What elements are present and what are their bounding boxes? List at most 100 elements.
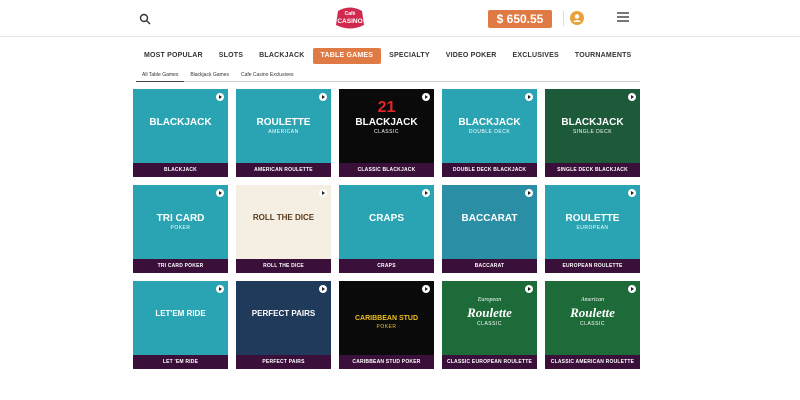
game-art-title: BACCARAT	[461, 213, 518, 224]
game-title: TRI CARD POKER	[133, 259, 228, 273]
game-tile[interactable]: BLACKJACK SINGLE DECK SINGLE DECK BLACKJAC…	[545, 89, 640, 177]
category-tabs: MOST POPULAR SLOTS BLACKJACK TABLE GAMES SPE…	[136, 48, 639, 64]
game-artwork: BACCARAT	[442, 185, 537, 259]
game-art-subtitle: POKER	[376, 324, 397, 330]
game-art-title: ROLL THE DICE	[252, 213, 315, 222]
game-art-title: CARIBBEAN STUD	[355, 315, 418, 322]
tab-blackjack[interactable]: BLACKJACK	[251, 48, 312, 64]
game-artwork: CARIBBEAN STUD POKER	[339, 281, 434, 355]
game-tile[interactable]: American Roulette CLASSIC CLASSIC AMERICAN …	[545, 281, 640, 369]
play-icon[interactable]	[319, 285, 327, 293]
game-art-subtitle: EUROPEAN	[576, 225, 609, 231]
play-icon[interactable]	[525, 189, 533, 197]
game-tile[interactable]: PERFECT PAIRS PERFECT PAIRS	[236, 281, 331, 369]
play-icon[interactable]	[216, 189, 224, 197]
cafe-casino-logo[interactable]: Café CASINO	[334, 5, 366, 31]
top-header: Café CASINO $ 650.55	[0, 0, 800, 37]
game-artwork: TRI CARD POKER	[133, 185, 228, 259]
play-icon[interactable]	[628, 285, 636, 293]
game-title: CLASSIC EUROPEAN ROULETTE	[442, 355, 537, 369]
game-art-title: BLACKJACK	[355, 117, 418, 128]
play-icon[interactable]	[525, 93, 533, 101]
hamburger-menu-icon[interactable]	[617, 12, 629, 22]
game-title: ROLL THE DICE	[236, 259, 331, 273]
game-artwork: ROULETTE AMERICAN	[236, 89, 331, 163]
tab-specialty[interactable]: SPECIALTY	[381, 48, 438, 64]
game-artwork: BLACKJACK	[133, 89, 228, 163]
game-tile[interactable]: ROULETTE EUROPEAN EUROPEAN ROULETTE	[545, 185, 640, 273]
game-artwork: BLACKJACK SINGLE DECK	[545, 89, 640, 163]
game-art-title: BLACKJACK	[561, 117, 624, 128]
logo-text: CASINO	[337, 18, 362, 25]
game-title: CRAPS	[339, 259, 434, 273]
game-art-title: PERFECT PAIRS	[251, 309, 316, 318]
game-title: SINGLE DECK BLACKJACK	[545, 163, 640, 177]
game-grid: BLACKJACK BLACKJACK ROULETTE AMERICAN AMERIC…	[133, 89, 640, 369]
tab-exclusives[interactable]: EXCLUSIVES	[505, 48, 567, 64]
game-title: AMERICAN ROULETTE	[236, 163, 331, 177]
game-title: CLASSIC AMERICAN ROULETTE	[545, 355, 640, 369]
tab-slots[interactable]: SLOTS	[211, 48, 251, 64]
game-tile[interactable]: ROLL THE DICE ROLL THE DICE	[236, 185, 331, 273]
game-tile[interactable]: 21 BLACKJACK CLASSIC CLASSIC BLACKJACK	[339, 89, 434, 177]
user-avatar-icon[interactable]	[570, 11, 584, 25]
game-art-title: BLACKJACK	[149, 117, 212, 128]
tab-table-games[interactable]: TABLE GAMES	[312, 48, 382, 64]
game-art-subtitle: SINGLE DECK	[572, 129, 613, 135]
play-icon[interactable]	[319, 93, 327, 101]
play-icon[interactable]	[422, 189, 430, 197]
game-tile[interactable]: CARIBBEAN STUD POKER CARIBBEAN STUD POKER	[339, 281, 434, 369]
game-artwork: ROLL THE DICE	[236, 185, 331, 259]
game-tile[interactable]: LET'EM RIDE LET 'EM RIDE	[133, 281, 228, 369]
game-art-title: Roulette	[570, 305, 615, 320]
play-icon[interactable]	[422, 93, 430, 101]
game-title: CLASSIC BLACKJACK	[339, 163, 434, 177]
game-art-subtitle: CLASSIC	[374, 129, 399, 135]
subcategory-tabs: All Table Games Blackjack Games Cafe Casin…	[136, 70, 640, 82]
play-icon[interactable]	[216, 93, 224, 101]
game-title: DOUBLE DECK BLACKJACK	[442, 163, 537, 177]
play-icon[interactable]	[628, 189, 636, 197]
game-art-subtitle: DOUBLE DECK	[468, 129, 511, 135]
game-artwork: American Roulette CLASSIC	[545, 281, 640, 355]
game-artwork: 21 BLACKJACK CLASSIC	[339, 89, 434, 163]
subtab-blackjack-games[interactable]: Blackjack Games	[184, 70, 235, 82]
game-art-title: BLACKJACK	[458, 117, 521, 128]
game-tile[interactable]: BLACKJACK DOUBLE DECK DOUBLE DECK BLACKJAC…	[442, 89, 537, 177]
header-divider	[563, 11, 564, 26]
game-art-subtitle-top: American	[580, 297, 605, 303]
subtab-cafe-casino-exclusives[interactable]: Cafe Casino Exclusives	[235, 70, 300, 82]
game-artwork: European Roulette CLASSIC	[442, 281, 537, 355]
search-icon[interactable]	[139, 12, 151, 25]
tab-tournaments[interactable]: TOURNAMENTS	[567, 48, 640, 64]
tab-video-poker[interactable]: VIDEO POKER	[438, 48, 505, 64]
game-title: EUROPEAN ROULETTE	[545, 259, 640, 273]
play-icon[interactable]	[319, 189, 327, 197]
game-art-title: TRI CARD	[156, 213, 205, 224]
game-title: BACCARAT	[442, 259, 537, 273]
game-tile[interactable]: TRI CARD POKER TRI CARD POKER	[133, 185, 228, 273]
game-tile[interactable]: CRAPS CRAPS	[339, 185, 434, 273]
game-art-subtitle: AMERICAN	[268, 129, 299, 135]
game-art-title: CRAPS	[368, 213, 404, 224]
game-art-title: LET'EM RIDE	[155, 309, 206, 318]
play-icon[interactable]	[525, 285, 533, 293]
balance-button[interactable]: $ 650.55	[488, 10, 552, 28]
game-artwork: BLACKJACK DOUBLE DECK	[442, 89, 537, 163]
game-tile[interactable]: European Roulette CLASSIC CLASSIC EUROPEAN …	[442, 281, 537, 369]
game-title: LET 'EM RIDE	[133, 355, 228, 369]
game-artwork: LET'EM RIDE	[133, 281, 228, 355]
game-art-title: ROULETTE	[565, 213, 620, 224]
game-art-title: ROULETTE	[256, 117, 311, 128]
game-tile[interactable]: BLACKJACK BLACKJACK	[133, 89, 228, 177]
game-art-subtitle: POKER	[170, 225, 191, 231]
play-icon[interactable]	[422, 285, 430, 293]
game-tile[interactable]: BACCARAT BACCARAT	[442, 185, 537, 273]
play-icon[interactable]	[216, 285, 224, 293]
subtab-all-table-games[interactable]: All Table Games	[136, 70, 185, 82]
game-artwork: ROULETTE EUROPEAN	[545, 185, 640, 259]
play-icon[interactable]	[628, 93, 636, 101]
game-tile[interactable]: ROULETTE AMERICAN AMERICAN ROULETTE	[236, 89, 331, 177]
tab-most-popular[interactable]: MOST POPULAR	[136, 48, 211, 64]
game-title: CARIBBEAN STUD POKER	[339, 355, 434, 369]
